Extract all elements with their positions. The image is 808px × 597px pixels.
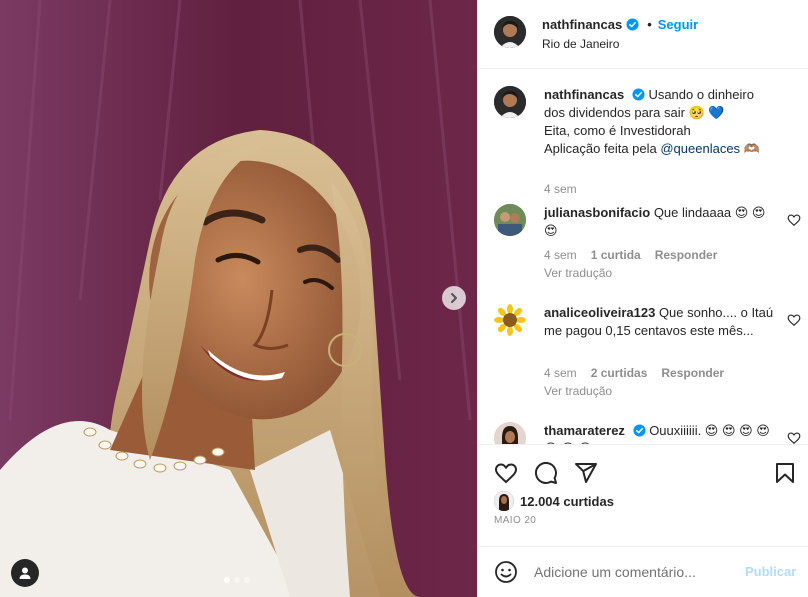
follow-button[interactable]: Seguir	[658, 17, 698, 32]
carousel-dot-2	[234, 577, 240, 583]
author-username[interactable]: nathfinancas	[542, 17, 622, 32]
add-comment-bar: Publicar	[478, 546, 808, 597]
author-avatar[interactable]	[494, 16, 526, 48]
comment-username[interactable]: thamaraterez	[544, 423, 625, 438]
liker-avatar[interactable]	[494, 491, 514, 511]
carousel-indicator	[224, 577, 250, 583]
post-header: nathfinancas • Seguir Rio de Janeiro	[478, 0, 808, 69]
see-translation-link[interactable]: Ver tradução	[544, 384, 612, 398]
comment-time[interactable]: 4 sem	[544, 366, 577, 380]
comment-username[interactable]: analiceoliveira123	[544, 305, 655, 320]
commenter-avatar[interactable]	[494, 422, 526, 444]
verified-badge-icon	[632, 88, 645, 101]
user-tag-icon	[19, 567, 31, 579]
comment-time[interactable]: 4 sem	[544, 248, 577, 262]
caption-line-3-suffix: 🫶🏽	[740, 141, 760, 156]
post-photo[interactable]	[0, 0, 477, 597]
see-translation-link[interactable]: Ver tradução	[544, 266, 612, 280]
carousel-dot-1	[224, 577, 230, 583]
publish-comment-button[interactable]: Publicar	[745, 564, 796, 579]
caption-line-2: Eita, como é Investidorah	[544, 123, 691, 138]
comment-likes[interactable]: 1 curtida	[591, 248, 641, 262]
comment-like-heart-icon[interactable]	[787, 213, 801, 227]
commenter-avatar[interactable]	[494, 304, 526, 336]
caption-mention-link[interactable]: @queenlaces	[660, 141, 740, 156]
comment-input[interactable]	[534, 561, 734, 583]
caption-line-3-prefix: Aplicação feita pela	[544, 141, 661, 156]
comment-like-heart-icon[interactable]	[787, 431, 801, 444]
caption-meta: 4 sem	[544, 182, 577, 196]
bookmark-icon[interactable]	[773, 461, 797, 485]
post-location[interactable]: Rio de Janeiro	[542, 37, 619, 51]
comment-meta: 4 sem 1 curtida Responder	[544, 248, 717, 262]
verified-badge-icon	[633, 424, 646, 437]
comment-text: julianasbonifacio Que lindaaaa 😍 😍 😍	[544, 204, 774, 240]
caption-text: nathfinancas Usando o dinheiro dos divid…	[544, 86, 774, 158]
comments-section[interactable]: nathfinancas Usando o dinheiro dos divid…	[478, 70, 808, 444]
caption-author-avatar[interactable]	[494, 86, 526, 118]
commenter-avatar[interactable]	[494, 204, 526, 236]
comment-likes[interactable]: 2 curtidas	[591, 366, 648, 380]
comment-text: analiceoliveira123 Que sonho.... o Itaú …	[544, 304, 774, 340]
comment-like-heart-icon[interactable]	[787, 313, 801, 327]
chevron-right-icon	[451, 293, 457, 303]
reply-button[interactable]: Responder	[661, 366, 724, 380]
likes-row: 12.004 curtidas	[494, 491, 614, 511]
emoji-icon[interactable]	[494, 560, 518, 584]
post-sidebar: nathfinancas • Seguir Rio de Janeiro nat…	[477, 0, 808, 597]
likes-count[interactable]: 12.004 curtidas	[520, 494, 614, 509]
photo-illustration	[0, 0, 477, 597]
caption-time[interactable]: 4 sem	[544, 182, 577, 196]
carousel-dot-3	[244, 577, 250, 583]
instagram-post-modal: nathfinancas • Seguir Rio de Janeiro nat…	[0, 0, 808, 597]
comment-meta: 4 sem 2 curtidas Responder	[544, 366, 724, 380]
verified-badge-icon	[626, 18, 639, 31]
header-user-row: nathfinancas • Seguir	[542, 17, 698, 32]
heart-icon[interactable]	[494, 461, 518, 485]
comment-username[interactable]: julianasbonifacio	[544, 205, 650, 220]
header-separator: •	[647, 17, 652, 32]
comment-icon[interactable]	[534, 461, 558, 485]
carousel-next-button[interactable]	[442, 286, 466, 310]
reply-button[interactable]: Responder	[655, 248, 718, 262]
post-date[interactable]: MAIO 20	[494, 515, 536, 526]
share-icon[interactable]	[574, 461, 598, 485]
comment-text: thamaraterez Ouuxiiiiii. 😍 😍 😍 😍 😍 😍 😍	[544, 422, 774, 444]
user-tag-button[interactable]	[11, 559, 39, 587]
caption-username[interactable]: nathfinancas	[544, 87, 624, 102]
